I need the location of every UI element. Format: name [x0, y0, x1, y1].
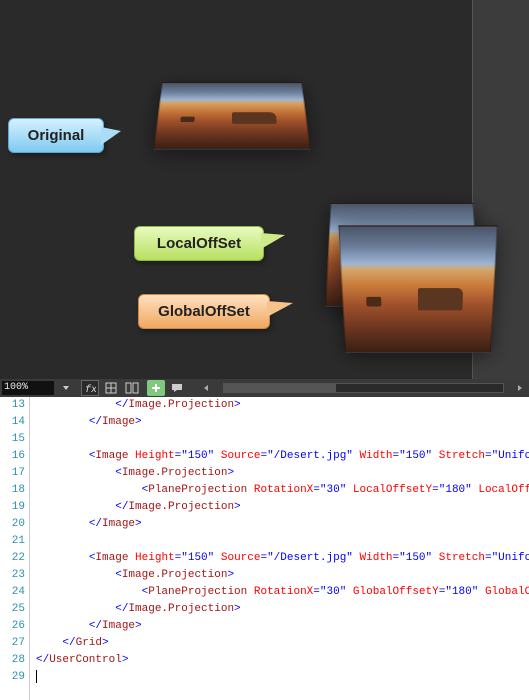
effects-toggle-button[interactable]: fx — [81, 380, 99, 396]
preview-image-global — [338, 225, 497, 352]
comment-button[interactable] — [168, 380, 186, 396]
code-editor[interactable]: 1314151617181920212223242526272829 </Ima… — [0, 397, 529, 700]
callout-label: Original — [28, 127, 85, 144]
zoom-level-input[interactable]: 100% — [2, 381, 54, 395]
line-gutter: 1314151617181920212223242526272829 — [0, 397, 30, 700]
scroll-left-button[interactable] — [197, 380, 215, 396]
scroll-right-button[interactable] — [511, 380, 529, 396]
callout-global: GlobalOffSet — [138, 294, 270, 329]
callout-label: GlobalOffSet — [158, 303, 250, 320]
callout-original: Original — [8, 118, 104, 153]
designer-toolbar: 100% fx — [0, 379, 529, 397]
svg-text:fx: fx — [85, 384, 96, 394]
preview-image-original — [153, 82, 310, 149]
callout-local: LocalOffSet — [134, 226, 264, 261]
snap-toggle-button[interactable] — [123, 380, 141, 396]
zoom-dropdown-button[interactable] — [57, 380, 75, 396]
add-button[interactable] — [147, 380, 165, 396]
designer-surface: Original LocalOffSet GlobalOffSet — [0, 0, 529, 379]
code-content[interactable]: </Image.Projection>​ </Image>​​ <Image H… — [30, 397, 529, 700]
callout-label: LocalOffSet — [157, 235, 241, 252]
horizontal-scrollbar[interactable] — [223, 383, 504, 393]
grid-toggle-button[interactable] — [102, 380, 120, 396]
